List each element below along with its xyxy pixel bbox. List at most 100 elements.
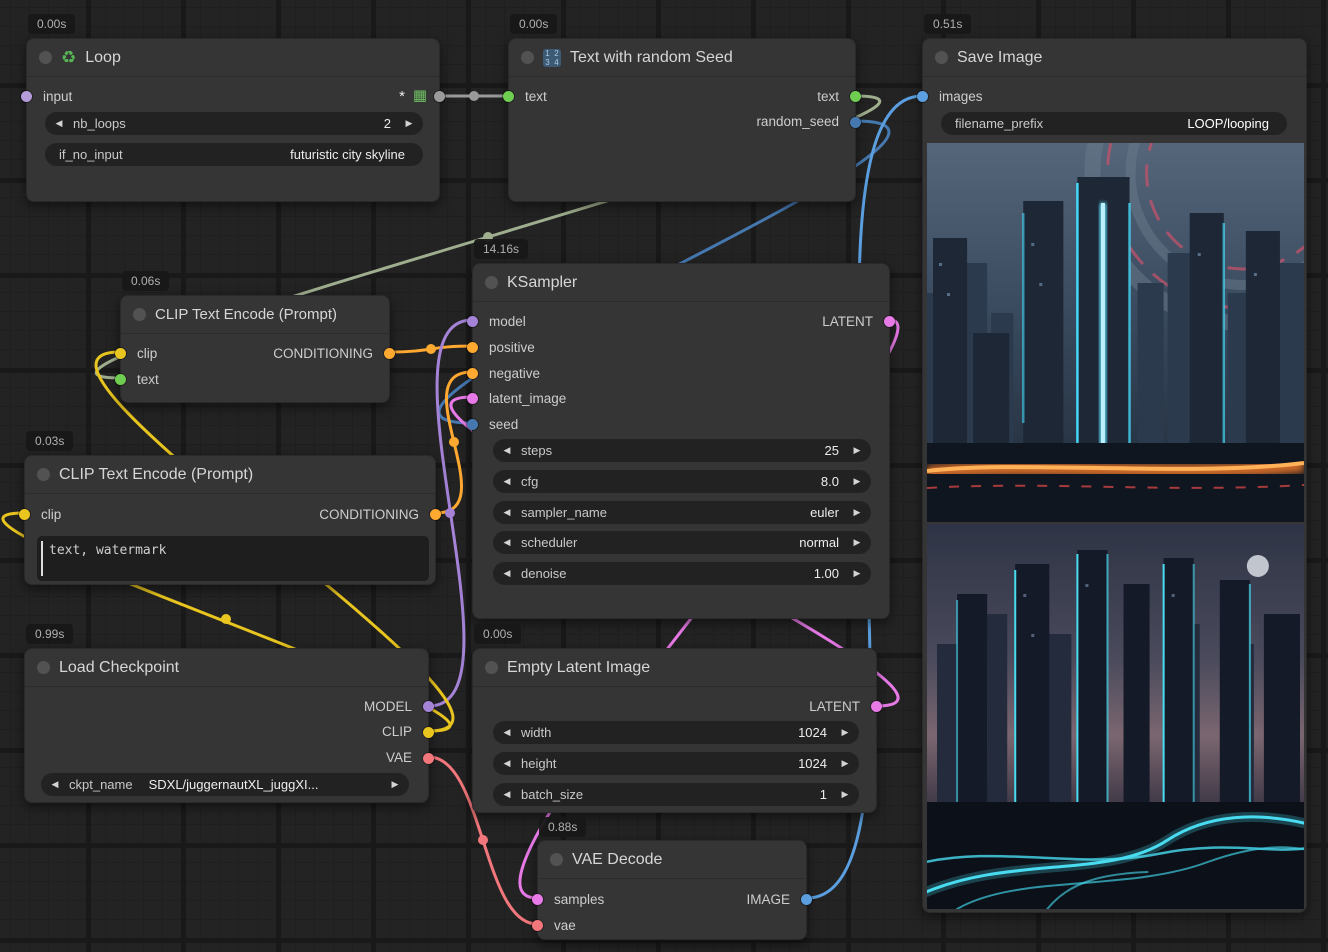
link-dot[interactable] [478,835,488,845]
output-port-dot[interactable] [384,348,395,359]
input-port-dot[interactable] [467,393,478,404]
node-header[interactable]: Empty Latent Image [473,649,876,687]
scheduler-widget[interactable]: ◀ scheduler normal ▶ [493,531,871,554]
input-port-dot[interactable] [467,342,478,353]
node-graph-canvas[interactable]: 0.00s ♻ Loop input * ▦ ◀ nb_loops 2 ▶ if… [0,0,1328,952]
output-port-dot[interactable] [801,894,812,905]
widget-value: normal [577,535,843,550]
prev-arrow-icon[interactable]: ◀ [41,773,69,796]
collapse-dot[interactable] [550,853,563,866]
output-port-dot[interactable] [430,509,441,520]
input-port-dot[interactable] [467,419,478,430]
node-empty-latent-image[interactable]: Empty Latent Image LATENT ◀ width 1024 ▶… [472,648,877,813]
output-port-label: IMAGE [746,892,790,908]
output-port-dot[interactable] [434,91,445,102]
increment-arrow-icon[interactable]: ▶ [843,470,871,493]
collapse-dot[interactable] [485,276,498,289]
node-loop[interactable]: ♻ Loop input * ▦ ◀ nb_loops 2 ▶ if_no_in… [26,38,440,202]
node-clip-text-encode-positive[interactable]: CLIP Text Encode (Prompt) clip CONDITION… [120,295,390,403]
link-dot[interactable] [469,91,479,101]
node-header[interactable]: Save Image [923,39,1306,77]
if-no-input-widget[interactable]: if_no_input futuristic city skyline [45,143,423,166]
collapse-dot[interactable] [37,661,50,674]
input-port-dot[interactable] [115,374,126,385]
collapse-dot[interactable] [39,51,52,64]
random-seed-icon: 1234 [543,49,561,67]
output-port-label: VAE [386,750,412,766]
input-port-dot[interactable] [532,894,543,905]
increment-arrow-icon[interactable]: ▶ [831,752,859,775]
prompt-text-area[interactable]: text, watermark [37,536,429,581]
increment-arrow-icon[interactable]: ▶ [831,783,859,806]
collapse-dot[interactable] [935,51,948,64]
next-arrow-icon[interactable]: ▶ [381,773,409,796]
node-header[interactable]: KSampler [473,264,889,302]
increment-arrow-icon[interactable]: ▶ [395,112,423,135]
decrement-arrow-icon[interactable]: ◀ [493,783,521,806]
output-port-label: CLIP [382,724,412,740]
nb-loops-widget[interactable]: ◀ nb_loops 2 ▶ [45,112,423,135]
collapse-dot[interactable] [133,308,146,321]
increment-arrow-icon[interactable]: ▶ [843,439,871,462]
input-port-label: clip [41,507,61,523]
node-title: Empty Latent Image [507,659,650,677]
link-dot[interactable] [449,437,459,447]
increment-arrow-icon[interactable]: ▶ [843,501,871,524]
filename-prefix-widget[interactable]: filename_prefix LOOP/looping [941,112,1287,135]
input-port-dot[interactable] [21,91,32,102]
node-ksampler[interactable]: KSampler model positive negative latent_… [472,263,890,619]
decrement-arrow-icon[interactable]: ◀ [493,439,521,462]
node-text-with-random-seed[interactable]: 1234 Text with random Seed text text ran… [508,38,856,202]
node-header[interactable]: CLIP Text Encode (Prompt) [121,296,389,334]
height-widget[interactable]: ◀ height 1024 ▶ [493,752,859,775]
node-loop-header[interactable]: ♻ Loop [27,39,439,77]
input-port-dot[interactable] [115,348,126,359]
increment-arrow-icon[interactable]: ▶ [843,531,871,554]
ckpt-name-widget[interactable]: ◀ ckpt_name SDXL/juggernautXL_juggXI... … [41,773,409,796]
node-clip-text-encode-negative[interactable]: CLIP Text Encode (Prompt) clip CONDITION… [24,455,436,585]
decrement-arrow-icon[interactable]: ◀ [493,752,521,775]
input-port-dot[interactable] [917,91,928,102]
node-vae-decode[interactable]: VAE Decode samples IMAGE vae [537,840,807,940]
width-widget[interactable]: ◀ width 1024 ▶ [493,721,859,744]
sampler-name-widget[interactable]: ◀ sampler_name euler ▶ [493,501,871,524]
input-port-dot[interactable] [503,91,514,102]
collapse-dot[interactable] [521,51,534,64]
output-port-dot[interactable] [871,701,882,712]
node-header[interactable]: Load Checkpoint [25,649,428,687]
decrement-arrow-icon[interactable]: ◀ [493,531,521,554]
input-port-label: model [489,314,526,330]
increment-arrow-icon[interactable]: ▶ [843,562,871,585]
link-dot[interactable] [221,614,231,624]
node-save-image[interactable]: Save Image images filename_prefix LOOP/l… [922,38,1307,913]
decrement-arrow-icon[interactable]: ◀ [493,721,521,744]
input-port-dot[interactable] [532,920,543,931]
output-port-dot[interactable] [850,91,861,102]
cfg-widget[interactable]: ◀ cfg 8.0 ▶ [493,470,871,493]
decrement-arrow-icon[interactable]: ◀ [45,112,73,135]
steps-widget[interactable]: ◀ steps 25 ▶ [493,439,871,462]
collapse-dot[interactable] [485,661,498,674]
output-port-dot[interactable] [884,316,895,327]
link-dot[interactable] [426,344,436,354]
node-header[interactable]: VAE Decode [538,841,806,879]
node-header[interactable]: CLIP Text Encode (Prompt) [25,456,435,494]
node-header[interactable]: 1234 Text with random Seed [509,39,855,77]
output-port-dot[interactable] [423,753,434,764]
output-port-dot[interactable] [423,727,434,738]
node-load-checkpoint[interactable]: Load Checkpoint MODEL CLIP VAE ◀ ckpt_na… [24,648,429,803]
decrement-arrow-icon[interactable]: ◀ [493,501,521,524]
input-port-dot[interactable] [467,368,478,379]
batch-size-widget[interactable]: ◀ batch_size 1 ▶ [493,783,859,806]
link-dot[interactable] [445,508,455,518]
decrement-arrow-icon[interactable]: ◀ [493,470,521,493]
output-port-dot[interactable] [423,701,434,712]
increment-arrow-icon[interactable]: ▶ [831,721,859,744]
denoise-widget[interactable]: ◀ denoise 1.00 ▶ [493,562,871,585]
input-port-dot[interactable] [19,509,30,520]
decrement-arrow-icon[interactable]: ◀ [493,562,521,585]
output-port-label: text [817,89,839,105]
output-port-dot[interactable] [850,117,861,128]
input-port-dot[interactable] [467,316,478,327]
collapse-dot[interactable] [37,468,50,481]
